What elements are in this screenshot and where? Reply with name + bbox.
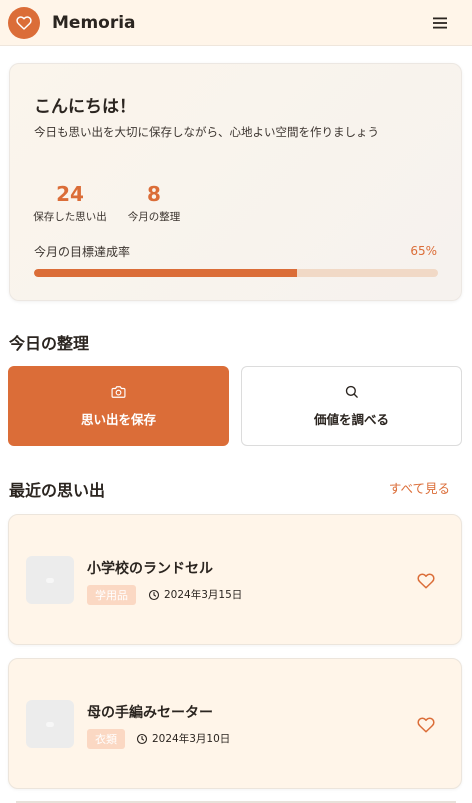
check-value-button[interactable]: 価値を調べる (241, 366, 462, 446)
stat-label: 保存した思い出 (33, 211, 107, 223)
stat-saved-memories: 24 保存した思い出 (32, 181, 108, 224)
memory-card[interactable]: 母の手編みセーター 衣類 2024年3月10日 (8, 658, 462, 789)
section-title-today: 今日の整理 (9, 334, 90, 353)
memory-date: 2024年3月15日 (148, 587, 242, 602)
clock-icon (136, 733, 148, 744)
welcome-card: こんにちは！ 今日も思い出を大切に保存しながら、心地よい空間を作りましょう 24… (9, 63, 462, 301)
image-placeholder-icon (46, 721, 54, 727)
goal-progress-bar (34, 269, 438, 277)
hamburger-menu-icon (433, 17, 447, 29)
stat-label: 今月の整理 (127, 211, 181, 223)
check-value-label: 価値を調べる (313, 412, 389, 427)
app-logo[interactable] (8, 6, 40, 39)
section-title-recent: 最近の思い出 (9, 481, 106, 500)
memory-title: 母の手編みセーター (87, 705, 213, 721)
camera-icon (111, 385, 126, 398)
save-memory-button[interactable]: 思い出を保存 (8, 366, 229, 446)
save-memory-label: 思い出を保存 (80, 411, 156, 427)
memory-card[interactable]: 小学校のランドセル 学用品 2024年3月15日 (8, 514, 462, 645)
app-title: Memoria (52, 12, 136, 33)
goal-progress-fill (34, 269, 297, 277)
app-root: Memoria こんにちは！ 今日も思い出を大切に保存しながら、心地よい空間を作… (0, 0, 472, 803)
stat-monthly-organized: 8 今月の整理 (124, 181, 184, 224)
favorite-heart-icon[interactable] (417, 716, 435, 734)
memory-date-text: 2024年3月10日 (152, 733, 231, 745)
greeting-subtitle: 今日も思い出を大切に保存しながら、心地よい空間を作りましょう (34, 125, 379, 139)
memory-category-tag: 衣類 (87, 729, 125, 749)
favorite-heart-icon[interactable] (417, 572, 435, 590)
search-icon (345, 385, 358, 398)
memory-date-text: 2024年3月15日 (164, 589, 243, 601)
goal-label: 今月の目標達成率 (34, 245, 131, 259)
goal-percent: 65% (410, 244, 437, 258)
memory-date: 2024年3月10日 (136, 731, 230, 746)
app-header: Memoria (0, 0, 472, 46)
see-all-link[interactable]: すべて見る (389, 478, 450, 497)
stat-value: 24 (56, 182, 84, 206)
memory-thumbnail (26, 700, 74, 748)
stat-value: 8 (147, 182, 161, 206)
clock-icon (148, 589, 160, 600)
memory-thumbnail (26, 556, 74, 604)
memory-title: 小学校のランドセル (87, 561, 213, 577)
memory-category-tag: 学用品 (87, 585, 136, 605)
image-placeholder-icon (46, 577, 54, 583)
heart-icon (16, 15, 32, 30)
greeting-heading: こんにちは！ (34, 97, 136, 117)
menu-button[interactable] (428, 11, 452, 35)
